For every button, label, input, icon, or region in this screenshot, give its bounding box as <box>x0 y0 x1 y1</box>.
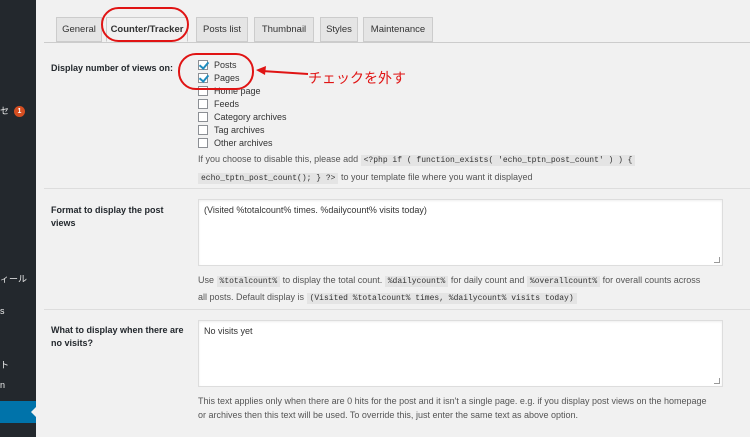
feeds-checkbox[interactable] <box>198 98 208 109</box>
format-label-line: Format to display the post <box>51 205 164 215</box>
annotation-oval-tab <box>101 7 189 42</box>
other-archives-checkbox[interactable] <box>198 137 208 148</box>
tabs-divider <box>44 42 750 43</box>
format-label: Format to display the post views <box>51 204 164 230</box>
settings-content: General Counter/Tracker Posts list Thumb… <box>44 0 750 437</box>
code-default-format: (Visited %totalcount% times, %dailycount… <box>306 293 577 304</box>
no-visits-value: No visits yet <box>204 326 253 336</box>
no-visits-textarea[interactable]: No visits yet <box>198 320 723 387</box>
code-dailycount: %dailycount% <box>384 276 449 287</box>
sidebar-item-label[interactable]: ィール <box>0 272 27 285</box>
format-label-line: views <box>51 218 76 228</box>
no-visits-help: This text applies only when there are 0 … <box>198 394 743 422</box>
format-textarea[interactable]: (Visited %totalcount% times. %dailycount… <box>198 199 723 266</box>
display-views-label: Display number of views on: <box>51 63 174 73</box>
format-value: (Visited %totalcount% times. %dailycount… <box>204 205 427 215</box>
admin-sidebar: セ 1 ィール s ト n <box>0 0 37 437</box>
code-overallcount: %overallcount% <box>526 276 601 287</box>
help-text: for daily count and <box>450 275 525 285</box>
tab-general[interactable]: General <box>56 17 102 42</box>
annotation-text: チェックを外す <box>308 71 406 87</box>
tag-archives-checkbox[interactable] <box>198 124 208 135</box>
row-separator <box>44 188 750 189</box>
sidebar-item-label[interactable]: s <box>0 306 5 316</box>
feeds-label: Feeds <box>214 98 240 109</box>
no-visits-label-line: no visits? <box>51 338 94 348</box>
other-archives-label: Other archives <box>214 137 273 148</box>
tag-archives-label: Tag archives <box>214 124 265 135</box>
format-help: Use %totalcount% to display the total co… <box>198 273 738 306</box>
resize-grip-icon[interactable] <box>714 378 720 384</box>
no-visits-label-line: What to display when there are <box>51 325 184 335</box>
help-text: This text applies only when there are 0 … <box>198 396 707 406</box>
option-category-archives[interactable]: Category archives <box>198 110 287 123</box>
code-totalcount: %totalcount% <box>216 276 281 287</box>
code-snippet: <?php if ( function_exists( 'echo_tptn_p… <box>360 155 636 166</box>
tab-thumbnail[interactable]: Thumbnail <box>254 17 314 42</box>
sidebar-item-label[interactable]: ト <box>0 358 9 371</box>
help-text: all posts. Default display is <box>198 292 305 302</box>
option-other-archives[interactable]: Other archives <box>198 136 273 149</box>
category-archives-checkbox[interactable] <box>198 111 208 122</box>
tab-styles[interactable]: Styles <box>320 17 358 42</box>
option-feeds[interactable]: Feeds <box>198 97 239 110</box>
tab-maintenance[interactable]: Maintenance <box>363 17 433 42</box>
resize-grip-icon[interactable] <box>714 257 720 263</box>
display-views-description: If you choose to disable this, please ad… <box>198 152 738 186</box>
sidebar-item-label[interactable]: n <box>0 380 5 390</box>
help-text: or archives then this text will be used.… <box>198 410 579 420</box>
sidebar-item-label[interactable]: セ <box>0 104 9 117</box>
row-separator <box>44 309 750 310</box>
annotation-oval-checkboxes <box>178 53 254 90</box>
category-archives-label: Category archives <box>214 111 287 122</box>
help-text: Use <box>198 275 215 285</box>
desc-text: to your template file where you want it … <box>340 172 533 182</box>
update-count-badge: 1 <box>14 106 25 117</box>
no-visits-label: What to display when there are no visits… <box>51 324 184 350</box>
help-text: to display the total count. <box>282 275 383 285</box>
code-snippet: echo_tptn_post_count(); } ?> <box>198 173 339 184</box>
tab-posts-list[interactable]: Posts list <box>196 17 248 42</box>
option-tag-archives[interactable]: Tag archives <box>198 123 265 136</box>
active-menu-arrow <box>31 406 37 418</box>
desc-text: If you choose to disable this, please ad… <box>198 154 359 164</box>
annotation-arrow-icon <box>256 66 309 75</box>
help-text: for overall counts across <box>602 275 701 285</box>
